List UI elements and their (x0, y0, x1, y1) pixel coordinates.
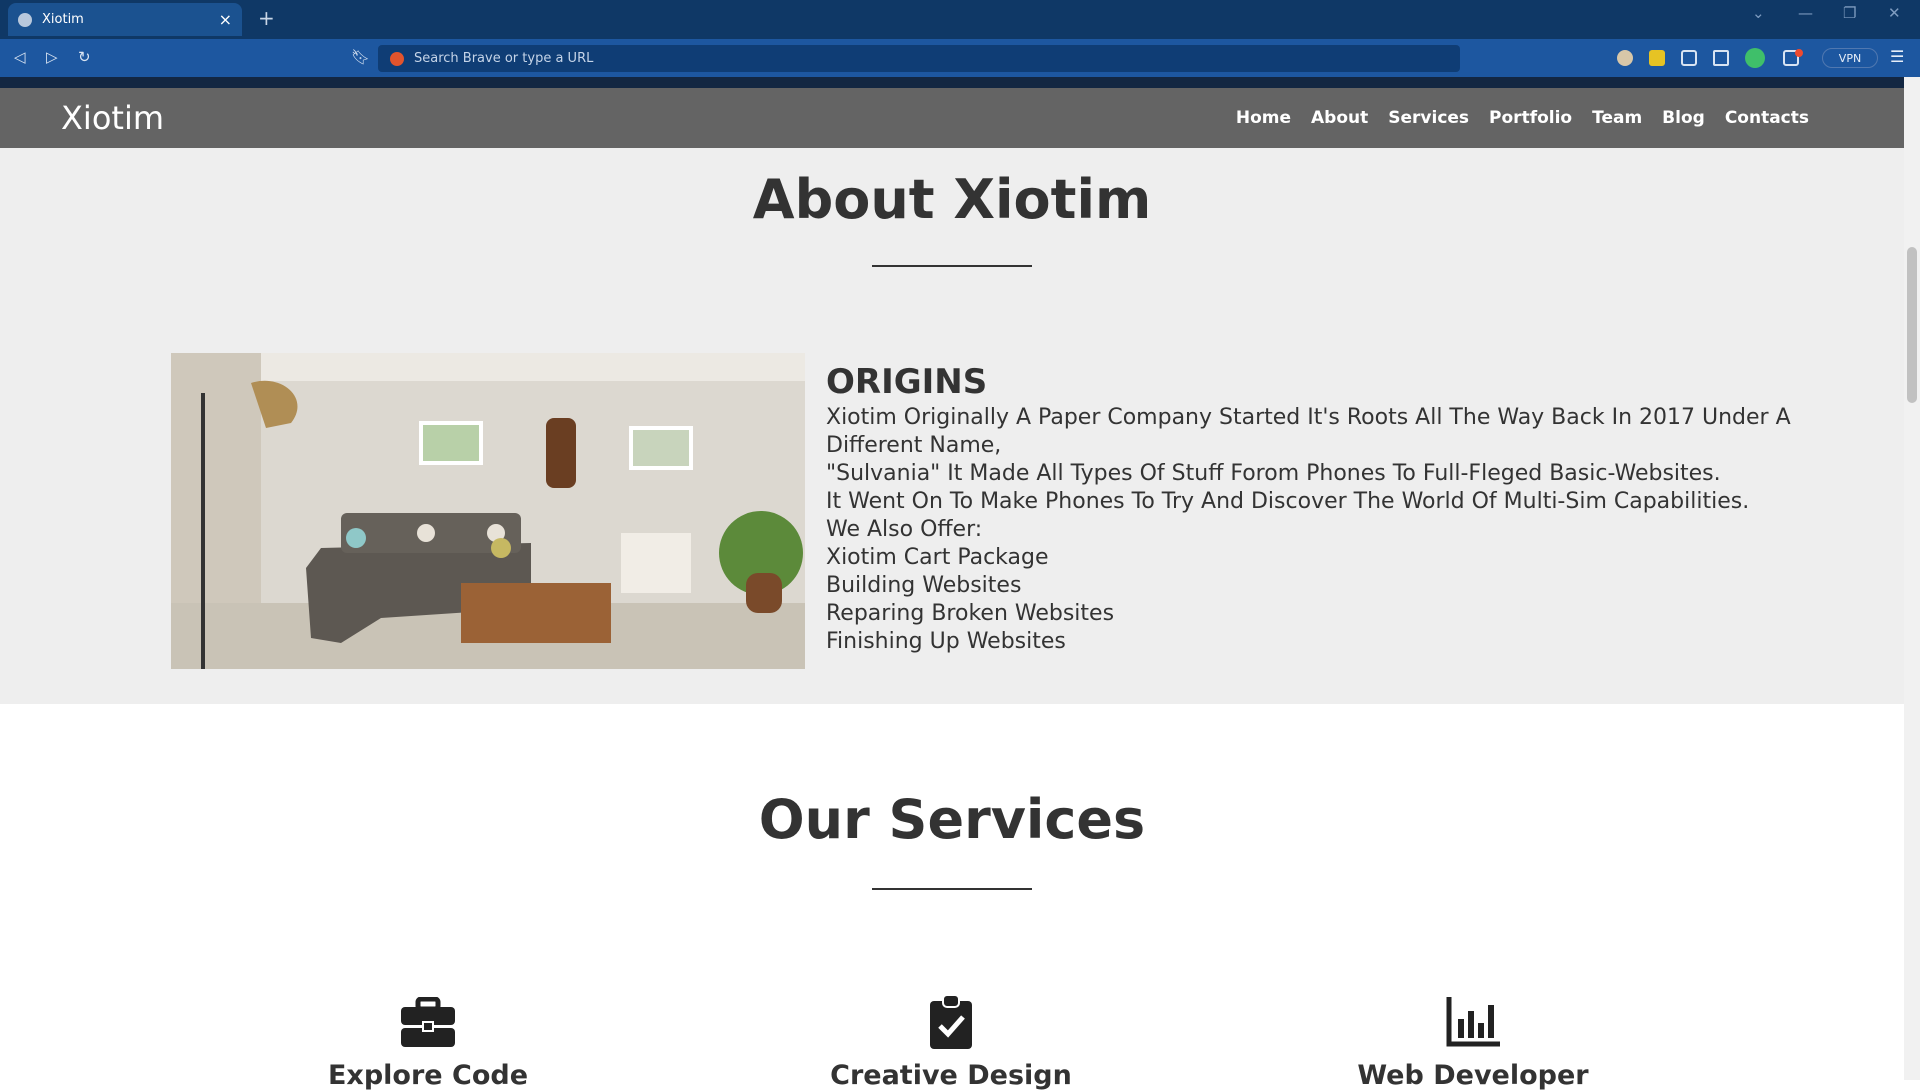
menu-icon[interactable]: ☰ (1890, 47, 1904, 66)
profile-icon[interactable] (1745, 48, 1765, 68)
close-tab-icon[interactable]: × (219, 10, 232, 29)
service-label: Explore Code (327, 1060, 529, 1091)
clipboard-check-icon (801, 994, 1101, 1050)
offer-item: Xiotim Cart Package (826, 545, 1049, 570)
vpn-button[interactable]: VPN (1822, 48, 1878, 68)
service-label: Creative Design (830, 1060, 1072, 1091)
briefcase-icon (278, 994, 578, 1050)
extensions-puzzle-icon[interactable] (1681, 50, 1697, 66)
service-card: Creative Design (801, 994, 1101, 1091)
offer-item: Building Websites (826, 573, 1022, 598)
service-card: Web Developer (1323, 994, 1623, 1091)
nav-team[interactable]: Team (1592, 108, 1642, 128)
bar-chart-icon (1323, 994, 1623, 1050)
url-bar[interactable]: Search Brave or type a URL (378, 45, 1460, 72)
vpn-label: VPN (1838, 51, 1862, 65)
globe-icon (18, 12, 32, 27)
offer-item: Reparing Broken Websites (826, 601, 1115, 626)
origins-line: Xiotim Originally A Paper Company Starte… (826, 405, 1791, 458)
origins-block: ORIGINS Xiotim Originally A Paper Compan… (826, 362, 1876, 656)
origins-line: We Also Offer: (826, 517, 983, 542)
nav-portfolio[interactable]: Portfolio (1489, 108, 1572, 128)
nav-services[interactable]: Services (1388, 108, 1469, 128)
notification-dot (1795, 49, 1803, 57)
restore-icon[interactable]: ❐ (1843, 4, 1856, 22)
origins-line: "Sulvania" It Made All Types Of Stuff Fo… (826, 461, 1721, 486)
brave-shield-icon[interactable] (390, 51, 404, 66)
nav-links: Home About Services Portfolio Team Blog … (1236, 88, 1809, 148)
service-card: Explore Code (278, 994, 578, 1091)
about-section: About Xiotim ORIGINS Xiotim Originally A… (0, 148, 1904, 704)
nav-blog[interactable]: Blog (1662, 108, 1705, 128)
tab-title: Xiotim (42, 12, 84, 27)
browser-tab-bar: Xiotim × + ⌄ — ❐ ✕ (0, 0, 1920, 39)
tab-search-icon[interactable]: ⌄ (1752, 4, 1765, 22)
reload-icon[interactable]: ↻ (78, 48, 91, 66)
site-brand[interactable]: Xiotim (61, 92, 164, 144)
new-tab-button[interactable]: + (258, 6, 275, 30)
origins-heading: ORIGINS (826, 362, 988, 402)
services-title: Our Services (758, 788, 1146, 851)
bookmark-icon[interactable]: 🔖︎ (351, 48, 370, 66)
address-toolbar: ◁ ▷ ↻ 🔖︎ Search Brave or type a URL VPN … (0, 39, 1920, 77)
about-title: About Xiotim (752, 168, 1152, 231)
back-icon[interactable]: ◁ (14, 48, 26, 66)
title-divider (872, 888, 1032, 890)
extension-icon[interactable] (1617, 50, 1633, 66)
extension-icon[interactable] (1649, 50, 1665, 66)
sidebar-icon[interactable] (1713, 50, 1729, 66)
window-close-icon[interactable]: ✕ (1888, 4, 1901, 22)
living-room-photo (171, 353, 805, 669)
minimize-icon[interactable]: — (1798, 4, 1813, 22)
site-navbar: Xiotim Home About Services Portfolio Tea… (0, 88, 1904, 148)
nav-home[interactable]: Home (1236, 108, 1291, 128)
nav-contacts[interactable]: Contacts (1725, 108, 1809, 128)
nav-about[interactable]: About (1311, 108, 1368, 128)
scrollbar-thumb[interactable] (1907, 247, 1917, 403)
forward-icon[interactable]: ▷ (46, 48, 58, 66)
title-divider (872, 265, 1032, 267)
service-label: Web Developer (1357, 1060, 1589, 1091)
services-section: Our Services Explore Code Creative Desig… (0, 704, 1904, 1091)
offer-item: Finishing Up Websites (826, 629, 1066, 654)
page-top-strip (0, 77, 1904, 88)
url-placeholder: Search Brave or type a URL (414, 51, 594, 66)
origins-line: It Went On To Make Phones To Try And Dis… (826, 489, 1750, 514)
scrollbar-track[interactable] (1904, 77, 1920, 1080)
browser-tab[interactable]: Xiotim × (8, 3, 242, 36)
